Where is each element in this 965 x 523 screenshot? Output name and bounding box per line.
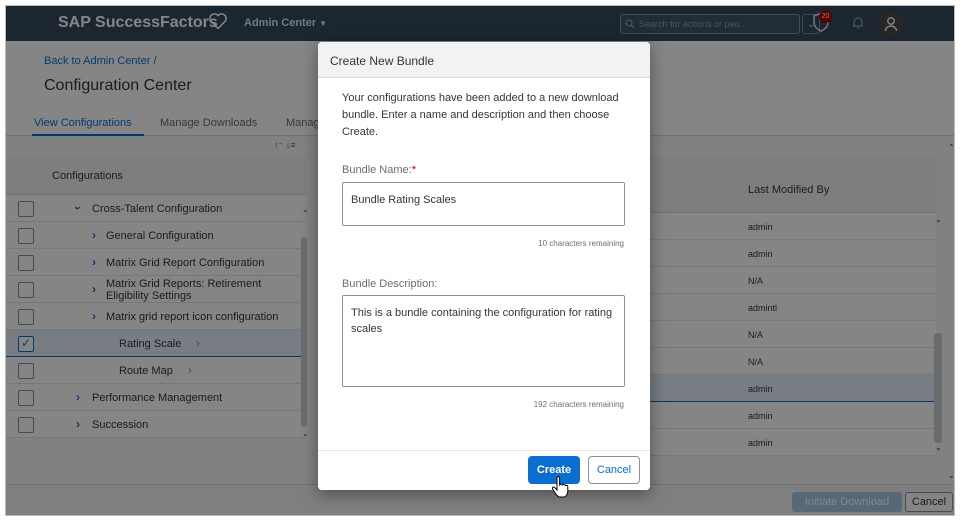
create-bundle-dialog: Create New Bundle Your configurations ha… — [318, 42, 650, 490]
bundle-description-textarea[interactable]: This is a bundle containing the configur… — [342, 295, 625, 387]
dialog-instructions: Your configurations have been added to a… — [342, 92, 619, 138]
bundle-description-label: Bundle Description: — [342, 278, 438, 290]
bundle-description-remaining: 192 characters remaining — [533, 400, 624, 409]
bundle-name-label: Bundle Name:* — [342, 164, 416, 176]
required-marker: * — [411, 164, 416, 176]
bundle-name-remaining: 10 characters remaining — [538, 239, 624, 248]
dialog-footer: Create Cancel — [318, 450, 650, 490]
dialog-cancel-button[interactable]: Cancel — [588, 456, 640, 484]
hand-cursor-icon — [551, 476, 569, 498]
dialog-title: Create New Bundle — [330, 54, 435, 68]
dialog-header: Create New Bundle — [318, 42, 650, 78]
app-frame: SAP SuccessFactors Admin Center ▼ Search … — [5, 5, 955, 516]
bundle-name-input[interactable]: Bundle Rating Scales — [342, 182, 625, 226]
